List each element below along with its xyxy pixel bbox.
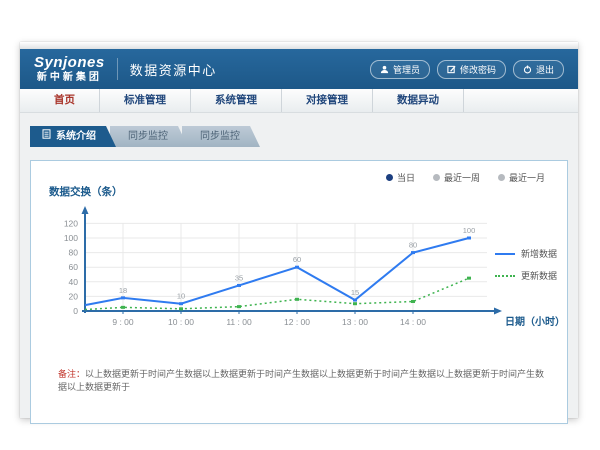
- svg-text:60: 60: [69, 262, 79, 272]
- tab-system-intro[interactable]: 系统介绍: [30, 126, 116, 147]
- document-icon: [42, 126, 51, 147]
- svg-text:120: 120: [64, 218, 78, 228]
- tab-sync-monitor-2[interactable]: 同步监控: [182, 126, 260, 147]
- y-axis-title: 数据交换（条）: [49, 184, 123, 199]
- svg-text:11 : 00: 11 : 00: [226, 317, 252, 327]
- logo-sub-text: 新中新集团: [34, 72, 105, 83]
- legend-update-data: 更新数据: [495, 269, 557, 282]
- radio-last-week-label: 最近一周: [444, 171, 480, 184]
- svg-text:10: 10: [177, 292, 185, 301]
- change-password-button[interactable]: 修改密码: [437, 60, 506, 79]
- svg-text:9 : 00: 9 : 00: [112, 317, 134, 327]
- line-chart: 9 : 00 10 : 00 11 : 00 12 : 00 13 : 00 14 : 0…: [39, 199, 569, 339]
- admin-user-button[interactable]: 管理员: [370, 60, 430, 79]
- svg-text:日期（小时）: 日期（小时）: [505, 315, 565, 328]
- svg-text:40: 40: [69, 277, 79, 287]
- logout-button[interactable]: 退出: [513, 60, 564, 79]
- radio-today-label: 当日: [397, 171, 415, 184]
- logout-label: 退出: [536, 63, 554, 76]
- radio-last-month[interactable]: 最近一月: [498, 171, 545, 184]
- svg-text:100: 100: [463, 226, 476, 235]
- power-icon: [523, 65, 532, 74]
- window-top-strip: [20, 42, 578, 49]
- radio-dot-icon: [386, 174, 393, 181]
- nav-item-standard-mgmt[interactable]: 标准管理: [100, 89, 191, 112]
- chart-panel: 当日 最近一周 最近一月 数据交换（条） 9 : 00 10 : 00 11 : 0…: [30, 160, 568, 424]
- legend-new-data: 新增数据: [495, 247, 557, 260]
- radio-dot-icon: [433, 174, 440, 181]
- admin-user-label: 管理员: [393, 63, 420, 76]
- radio-last-week[interactable]: 最近一周: [433, 171, 480, 184]
- svg-text:13 : 00: 13 : 00: [342, 317, 368, 327]
- header-divider: [117, 58, 118, 80]
- tab-sync-monitor-1[interactable]: 同步监控: [110, 126, 188, 147]
- tab-bar: 系统介绍 同步监控 同步监控: [30, 126, 578, 147]
- svg-text:15: 15: [351, 288, 359, 297]
- company-logo: Synjones 新中新集团: [34, 55, 105, 83]
- edit-icon: [447, 65, 456, 74]
- radio-today[interactable]: 当日: [386, 171, 415, 184]
- svg-text:12 : 00: 12 : 00: [284, 317, 310, 327]
- footnote-prefix: 备注：: [58, 369, 85, 379]
- dotted-line-icon: [495, 275, 515, 277]
- logo-main-text: Synjones: [34, 55, 105, 72]
- legend-update-data-label: 更新数据: [521, 269, 557, 282]
- svg-text:18: 18: [119, 286, 127, 295]
- header-actions: 管理员 修改密码 退出: [370, 60, 564, 79]
- data-exchange-line-chart: 9 : 00 10 : 00 11 : 00 12 : 00 13 : 00 14 : 0…: [39, 199, 569, 339]
- chart-legend: 新增数据 更新数据: [495, 247, 557, 282]
- main-nav: 首页 标准管理 系统管理 对接管理 数据异动: [20, 89, 578, 113]
- nav-item-system-mgmt[interactable]: 系统管理: [191, 89, 282, 112]
- nav-item-home[interactable]: 首页: [30, 89, 100, 112]
- tab-system-intro-label: 系统介绍: [56, 126, 96, 147]
- svg-text:10 : 00: 10 : 00: [168, 317, 194, 327]
- svg-text:80: 80: [409, 241, 417, 250]
- app-window: Synjones 新中新集团 数据资源中心 管理员 修改密码 退出 首页 标准管…: [20, 42, 578, 418]
- svg-text:35: 35: [235, 273, 243, 282]
- app-header: Synjones 新中新集团 数据资源中心 管理员 修改密码 退出: [20, 49, 578, 89]
- svg-text:60: 60: [293, 255, 301, 264]
- app-title: 数据资源中心: [130, 60, 217, 79]
- svg-text:20: 20: [69, 291, 79, 301]
- svg-text:0: 0: [73, 306, 78, 316]
- radio-dot-icon: [498, 174, 505, 181]
- solid-line-icon: [495, 253, 515, 255]
- nav-item-interface-mgmt[interactable]: 对接管理: [282, 89, 373, 112]
- footnote: 备注：以上数据更新于时间产生数据以上数据更新于时间产生数据以上数据更新于时间产生…: [58, 367, 547, 393]
- svg-text:80: 80: [69, 248, 79, 258]
- svg-text:100: 100: [64, 233, 78, 243]
- svg-text:14 : 00: 14 : 00: [400, 317, 426, 327]
- legend-new-data-label: 新增数据: [521, 247, 557, 260]
- change-password-label: 修改密码: [460, 63, 496, 76]
- nav-item-data-change[interactable]: 数据异动: [373, 89, 464, 112]
- main-content: 系统介绍 同步监控 同步监控 当日 最近一周 最近一月 数据交换: [20, 126, 578, 431]
- period-filter: 当日 最近一周 最近一月: [386, 171, 545, 184]
- user-icon: [380, 65, 389, 74]
- footnote-text: 以上数据更新于时间产生数据以上数据更新于时间产生数据以上数据更新于时间产生数据以…: [58, 369, 544, 392]
- radio-last-month-label: 最近一月: [509, 171, 545, 184]
